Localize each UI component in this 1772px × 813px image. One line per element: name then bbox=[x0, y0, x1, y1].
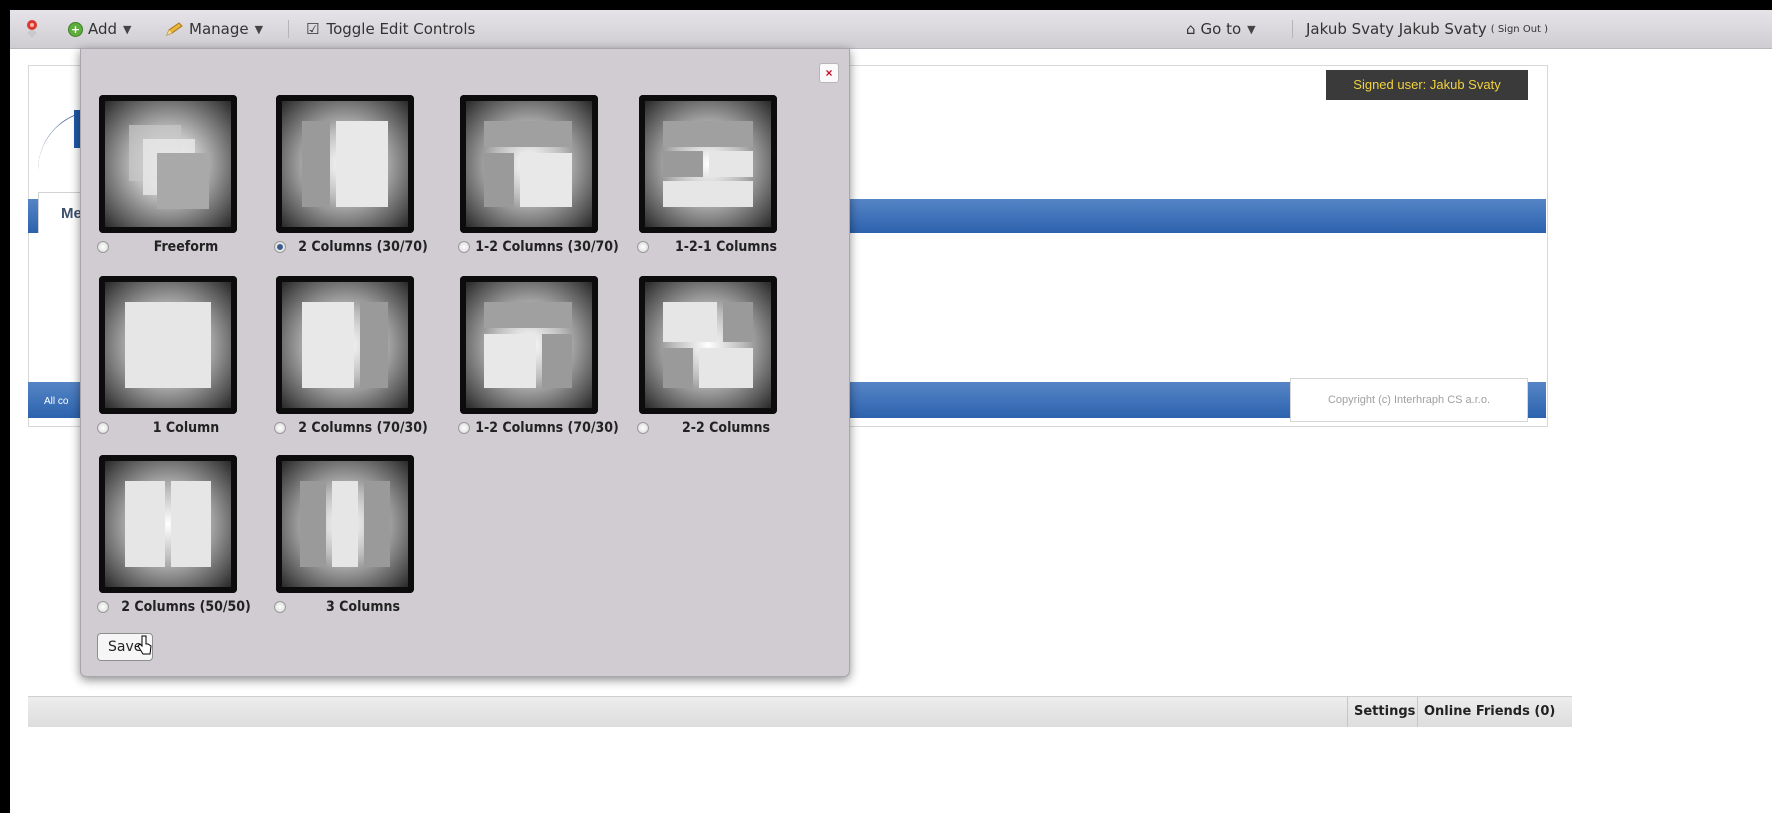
toggle-edit-controls[interactable]: ☑ Toggle Edit Controls bbox=[306, 10, 475, 48]
layout-radio[interactable] bbox=[637, 241, 649, 253]
online-friends-button[interactable]: Online Friends (0) bbox=[1417, 697, 1561, 727]
layout-option-2-columns-30-70[interactable]: 2 Columns (30/70) bbox=[274, 95, 444, 265]
layout-radio[interactable] bbox=[274, 422, 286, 434]
manage-menu[interactable]: Manage ▼ bbox=[165, 10, 263, 48]
one-two-one-columns-icon bbox=[639, 95, 777, 233]
layout-radio[interactable] bbox=[458, 241, 470, 253]
layout-option-label: 1-2 Columns (70/30) bbox=[475, 420, 619, 436]
page-layout-dialog: × Freeform 2 Columns (30/70) 1-2 Columns… bbox=[80, 48, 850, 677]
footer-text: All co bbox=[44, 396, 69, 407]
add-menu-label: Add bbox=[88, 20, 118, 38]
layout-option-2-columns-50-50[interactable]: 2 Columns (50/50) bbox=[97, 455, 267, 625]
goto-menu-label: Go to bbox=[1200, 20, 1242, 38]
settings-button[interactable]: Settings bbox=[1347, 697, 1421, 727]
hand-cursor-icon bbox=[137, 635, 152, 655]
dock-separator bbox=[1292, 20, 1293, 38]
manage-menu-label: Manage bbox=[189, 20, 249, 38]
layout-option-label: 2 Columns (50/50) bbox=[121, 599, 251, 615]
dockbar: + Add ▼ Manage ▼ ☑ Toggle Edit Controls … bbox=[10, 10, 1772, 49]
layout-option-2-2-columns[interactable]: 2-2 Columns bbox=[637, 276, 807, 446]
user-name: Jakub Svaty Jakub Svaty bbox=[1306, 20, 1487, 38]
layout-option-label: 3 Columns bbox=[326, 599, 400, 615]
layout-option-2-columns-70-30[interactable]: 2 Columns (70/30) bbox=[274, 276, 444, 446]
layout-radio[interactable] bbox=[97, 422, 109, 434]
plus-icon: + bbox=[68, 21, 83, 37]
sign-out-link[interactable]: ( Sign Out ) bbox=[1491, 24, 1548, 35]
one-two-columns-30-70-icon bbox=[460, 95, 598, 233]
add-menu[interactable]: + Add ▼ bbox=[68, 10, 132, 48]
one-two-columns-70-30-icon bbox=[460, 276, 598, 414]
liferay-logo-icon[interactable] bbox=[24, 10, 40, 48]
layout-option-1-column[interactable]: 1 Column bbox=[97, 276, 267, 446]
one-column-icon bbox=[99, 276, 237, 414]
checkbox-icon: ☑ bbox=[306, 20, 320, 38]
layout-radio[interactable] bbox=[274, 601, 286, 613]
layout-option-1-2-columns-70-30[interactable]: 1-2 Columns (70/30) bbox=[458, 276, 628, 446]
dropdown-arrow-icon: ▼ bbox=[123, 22, 132, 36]
dropdown-arrow-icon: ▼ bbox=[254, 22, 264, 36]
user-menu[interactable]: Jakub Svaty Jakub Svaty ( Sign Out ) bbox=[1306, 10, 1548, 48]
two-columns-30-70-icon bbox=[276, 95, 414, 233]
goto-menu[interactable]: ⌂ Go to ▼ bbox=[1186, 10, 1256, 48]
signed-user-badge: Signed user: Jakub Svaty bbox=[1326, 70, 1528, 100]
layout-option-label: 2-2 Columns bbox=[682, 420, 770, 436]
toggle-edit-controls-label: Toggle Edit Controls bbox=[326, 20, 476, 38]
layout-option-label: 2 Columns (70/30) bbox=[298, 420, 428, 436]
freeform-layout-icon bbox=[99, 95, 237, 233]
layout-option-label: 1 Column bbox=[152, 420, 220, 436]
layout-radio[interactable] bbox=[97, 241, 109, 253]
layout-radio[interactable] bbox=[637, 422, 649, 434]
layout-option-1-2-columns-30-70[interactable]: 1-2 Columns (30/70) bbox=[458, 95, 628, 265]
dock-separator bbox=[288, 20, 289, 38]
two-two-columns-icon bbox=[639, 276, 777, 414]
layout-option-1-2-1-columns[interactable]: 1-2-1 Columns bbox=[637, 95, 807, 265]
layout-radio-selected[interactable] bbox=[274, 241, 286, 253]
layout-radio[interactable] bbox=[458, 422, 470, 434]
pencil-icon bbox=[166, 22, 183, 36]
browser-viewport: + Add ▼ Manage ▼ ☑ Toggle Edit Controls … bbox=[10, 10, 1772, 813]
two-columns-50-50-icon bbox=[99, 455, 237, 593]
layout-option-freeform[interactable]: Freeform bbox=[97, 95, 267, 265]
two-columns-70-30-icon bbox=[276, 276, 414, 414]
layout-option-label: 1-2-1 Columns bbox=[675, 239, 777, 255]
three-columns-icon bbox=[276, 455, 414, 593]
bottom-bar: Settings Online Friends (0) bbox=[28, 696, 1572, 727]
layout-radio[interactable] bbox=[97, 601, 109, 613]
layout-option-3-columns[interactable]: 3 Columns bbox=[274, 455, 444, 625]
home-icon: ⌂ bbox=[1186, 20, 1196, 38]
layout-option-label: 2 Columns (30/70) bbox=[298, 239, 428, 255]
layout-option-label: 1-2 Columns (30/70) bbox=[475, 239, 619, 255]
close-icon[interactable]: × bbox=[819, 63, 839, 83]
copyright-notice: Copyright (c) Interhraph CS a.r.o. bbox=[1290, 378, 1528, 422]
layout-option-label: Freeform bbox=[153, 239, 219, 255]
dropdown-arrow-icon: ▼ bbox=[1247, 22, 1256, 36]
